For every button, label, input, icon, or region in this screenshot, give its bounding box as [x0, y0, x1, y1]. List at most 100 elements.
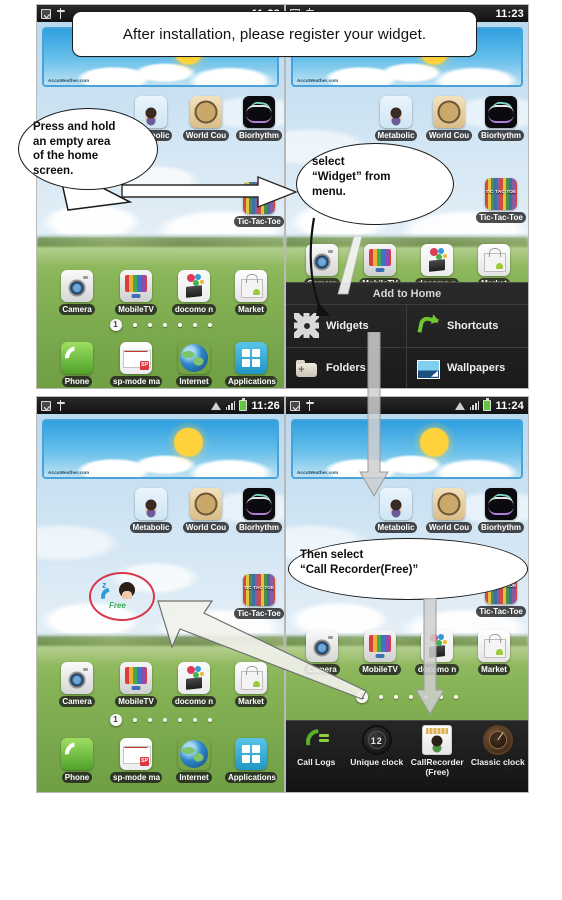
mail-icon: SP [120, 342, 152, 374]
title-banner-text: After installation, please register your… [122, 25, 427, 43]
menu-item-folders[interactable]: + Folders [286, 347, 407, 388]
app-world-clock[interactable]: World Cou [423, 488, 475, 538]
app-mobile-tv[interactable]: MobileTV [110, 270, 162, 320]
page-indicator: 1 [37, 319, 284, 331]
tic-tac-toe-badge: TIC TAC TOE [243, 193, 275, 198]
dock-item-internet[interactable]: Internet [168, 738, 220, 788]
app-biorhythm[interactable]: Biorhythm [475, 96, 527, 146]
app-mobile-tv[interactable]: MobileTV [354, 630, 406, 680]
menu-item-wallpapers[interactable]: Wallpapers [407, 348, 528, 389]
app-docomo[interactable]: docomo n [168, 662, 220, 712]
usb-icon [305, 400, 314, 411]
app-label: MobileTV [359, 664, 401, 675]
dock-label: Applications [225, 772, 277, 783]
app-world-clock[interactable]: World Cou [180, 488, 232, 538]
app-market[interactable]: Market [225, 270, 277, 320]
app-metabolic[interactable]: Metabolic [370, 488, 422, 538]
camera-icon [306, 630, 338, 662]
tic-tac-toe-badge: TIC TAC TOE [243, 585, 275, 590]
notes-icon [290, 400, 300, 411]
app-metabolic[interactable]: Metabolic [370, 96, 422, 146]
mobile-tv-icon [364, 630, 396, 662]
app-label: Metabolic [129, 522, 173, 533]
dock-item-internet[interactable]: Internet [168, 342, 220, 388]
app-label: Metabolic [374, 522, 418, 533]
tic-tac-toe-icon: TIC TAC TOE [485, 178, 517, 210]
page-indicator-current: 1 [109, 319, 122, 331]
app-label: MobileTV [115, 304, 157, 315]
app-label: Biorhythm [236, 130, 282, 141]
metabolic-icon [135, 488, 167, 520]
app-metabolic[interactable]: Metabolic [125, 488, 177, 538]
title-banner: After installation, please register your… [72, 11, 477, 57]
app-tic-tac-toe[interactable]: TIC TAC TOE Tic-Tac-Toe [233, 182, 284, 232]
widget-option-classic-clock[interactable]: Classic clock [471, 725, 525, 767]
status-bar: 11:24 [286, 397, 528, 414]
callout-press-hold-text: Press and hold an empty area of the home… [33, 121, 116, 177]
sp-badge: SP [140, 361, 149, 370]
dock-item-sp-mode-mail[interactable]: SP sp-mode ma [110, 342, 162, 388]
phone-icon [61, 342, 93, 374]
status-bar: 11:26 [37, 397, 284, 414]
app-tic-tac-toe[interactable]: TIC TAC TOE Tic-Tac-Toe [475, 178, 527, 228]
app-label: Tic-Tac-Toe [476, 212, 526, 223]
app-tic-tac-toe[interactable]: TIC TAC TOE Tic-Tac-Toe [233, 574, 284, 624]
weather-brand: AccuWeather.com [48, 78, 90, 83]
signal-icon [225, 401, 236, 410]
app-label: docomo n [171, 696, 217, 707]
camera-icon [61, 662, 93, 694]
widget-option-unique-clock[interactable]: 12 Unique clock [350, 725, 404, 767]
tic-tac-toe-badge: TIC TAC TOE [485, 189, 517, 194]
wifi-icon [454, 401, 466, 410]
app-market[interactable]: Market [468, 630, 520, 680]
dock-item-phone[interactable]: Phone [51, 738, 103, 788]
signal-icon [469, 401, 480, 410]
page-indicator-current: 1 [109, 714, 122, 726]
app-label: Metabolic [374, 130, 418, 141]
internet-icon [178, 342, 210, 374]
tic-tac-toe-icon: TIC TAC TOE [243, 574, 275, 606]
app-market[interactable]: Market [225, 662, 277, 712]
dock-item-applications[interactable]: Applications [225, 342, 277, 388]
app-world-clock[interactable]: World Cou [180, 96, 232, 146]
widget-option-label: Classic clock [470, 757, 525, 767]
status-time: 11:23 [495, 7, 524, 20]
applications-icon [235, 342, 267, 374]
status-time: 11:26 [251, 399, 280, 412]
docomo-icon [178, 270, 210, 302]
menu-item-label: Shortcuts [447, 319, 499, 332]
menu-item-label: Widgets [326, 319, 369, 332]
classic-clock-icon [482, 725, 513, 755]
app-world-clock[interactable]: World Cou [423, 96, 475, 146]
weather-widget[interactable]: AccuWeather.com [291, 419, 523, 479]
tutorial-page: 11:23 AccuWeather.com Metabolic World Co… [0, 0, 562, 900]
mail-icon: SP [120, 738, 152, 770]
camera-icon [61, 270, 93, 302]
menu-item-shortcuts[interactable]: Shortcuts [407, 305, 528, 348]
menu-item-label: Wallpapers [447, 362, 506, 375]
app-camera[interactable]: Camera [296, 630, 348, 680]
market-icon [478, 630, 510, 662]
unique-clock-icon: 12 [361, 725, 392, 755]
app-biorhythm[interactable]: Biorhythm [475, 488, 527, 538]
app-label: Tic-Tac-Toe [234, 216, 284, 227]
dock-label: Phone [61, 376, 93, 387]
app-biorhythm[interactable]: Biorhythm [233, 488, 284, 538]
dock-item-phone[interactable]: Phone [51, 342, 103, 388]
app-docomo[interactable]: docomo n [411, 630, 463, 680]
widget-option-call-recorder[interactable]: CallRecorder(Free) [410, 725, 464, 777]
app-docomo[interactable]: docomo n [168, 270, 220, 320]
market-icon [235, 662, 267, 694]
app-label: Biorhythm [236, 522, 282, 533]
app-biorhythm[interactable]: Biorhythm [233, 96, 284, 146]
weather-widget[interactable]: AccuWeather.com [42, 419, 279, 479]
folder-plus-icon: + [294, 356, 319, 381]
widget-option-call-logs[interactable]: Call Logs [289, 725, 343, 767]
app-label: Tic-Tac-Toe [476, 606, 526, 617]
app-camera[interactable]: Camera [51, 662, 103, 712]
dock-item-applications[interactable]: Applications [225, 738, 277, 788]
app-camera[interactable]: Camera [51, 270, 103, 320]
dock-item-sp-mode-mail[interactable]: SP sp-mode ma [110, 738, 162, 788]
app-mobile-tv[interactable]: MobileTV [110, 662, 162, 712]
sp-badge: SP [140, 757, 149, 766]
